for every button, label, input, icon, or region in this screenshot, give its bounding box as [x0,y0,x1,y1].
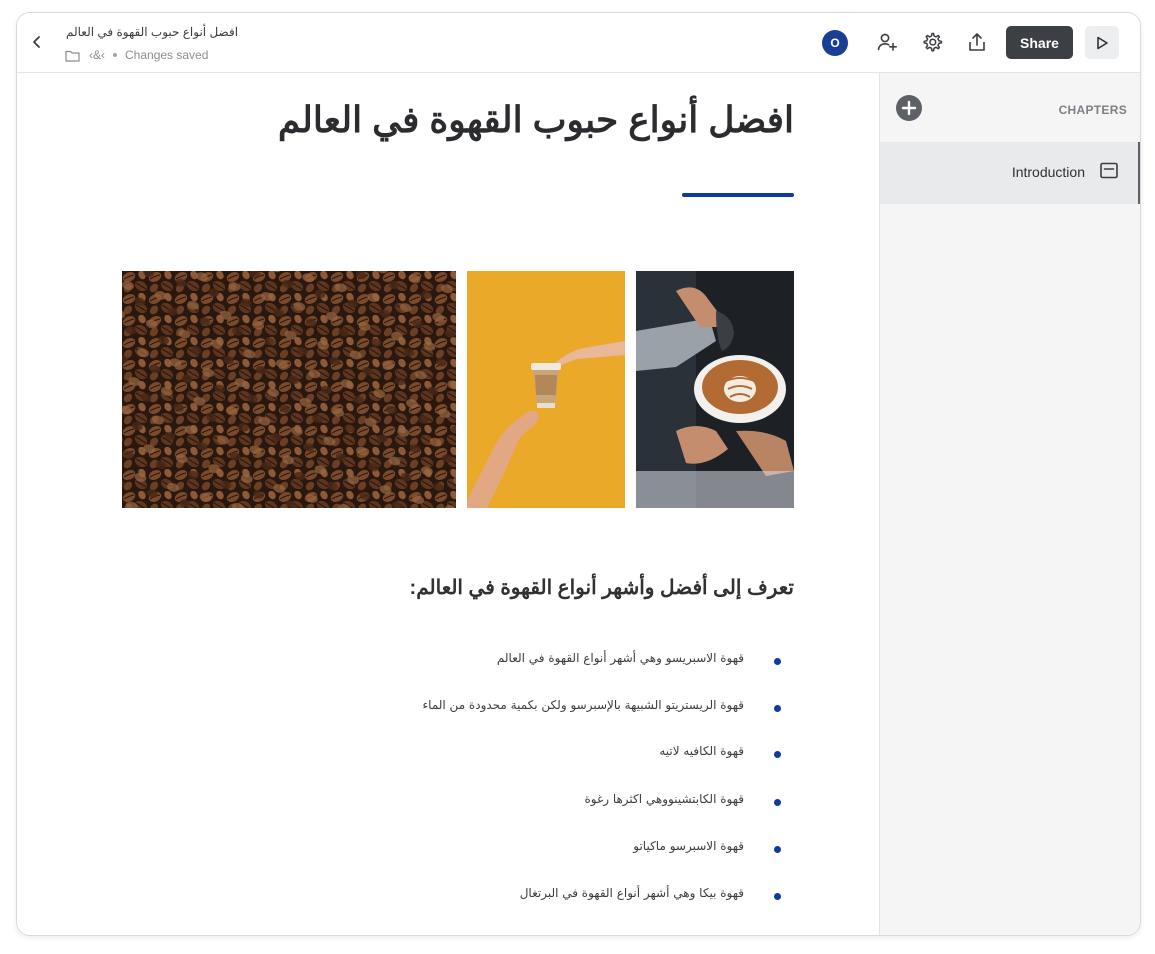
title-underline [682,193,794,197]
play-icon [1097,36,1108,49]
gear-icon[interactable] [921,31,943,53]
add-person-icon[interactable] [876,31,898,53]
share-button[interactable]: Share [1006,26,1073,59]
chapters-heading: CHAPTERS [1058,103,1127,117]
latte-art-image[interactable] [636,271,794,508]
list-item-text: قهوة بيكا وهي أشهر أنواع القهوة في البرت… [519,886,744,900]
bullet-icon [774,705,781,712]
chapter-layout-icon [1100,162,1118,179]
chapter-item-introduction[interactable]: Introduction [880,142,1140,204]
chapters-sidebar: CHAPTERS Introduction [879,73,1140,935]
coffee-cup-handoff-image[interactable] [467,271,625,508]
save-status: Changes saved [125,48,209,62]
list-item-text: قهوة الكابتشينووهي اكثرها رغوة [584,792,744,806]
chapter-label: Introduction [1011,164,1085,180]
bullet-icon [774,658,781,665]
bullet-icon [774,799,781,806]
bullet-icon [774,846,781,853]
document-meta: ‹&‹ Changes saved [65,48,208,62]
list-item[interactable]: قهوة الاسبرسو ماكياتو [281,839,781,859]
document-canvas[interactable]: افضل أنواع حبوب القهوة في العالم تعرف إل… [17,73,879,935]
add-chapter-icon[interactable] [896,95,922,121]
coffee-beans-image[interactable] [122,271,456,508]
export-icon[interactable] [966,31,988,53]
list-item[interactable]: قهوة الريستريتو الشبيهة بالإسبرسو ولكن ب… [281,698,781,718]
list-item-text: قهوة الكافيه لاتيه [659,744,744,758]
separator-dot [113,53,117,57]
avatar[interactable]: O [822,30,848,56]
list-item[interactable]: قهوة الكافيه لاتيه [281,744,781,764]
folder-icon[interactable] [65,49,80,62]
breadcrumb[interactable]: ‹&‹ [89,48,105,62]
page-title[interactable]: افضل أنواع حبوب القهوة في العالم [94,99,794,141]
editor-window: افضل أنواع حبوب القهوة في العالم ‹&‹ Cha… [16,12,1141,936]
top-bar: افضل أنواع حبوب القهوة في العالم ‹&‹ Cha… [17,13,1140,73]
bullet-icon [774,893,781,900]
list-item[interactable]: قهوة الاسبريسو وهي أشهر أنواع القهوة في … [281,651,781,671]
back-chevron-icon[interactable] [29,33,45,51]
section-heading[interactable]: تعرف إلى أفضل وأشهر أنواع القهوة في العا… [194,575,794,600]
list-item-text: قهوة الاسبرسو ماكياتو [633,839,744,853]
present-button[interactable] [1085,26,1119,59]
document-title[interactable]: افضل أنواع حبوب القهوة في العالم [66,25,238,39]
list-item[interactable]: قهوة الكابتشينووهي اكثرها رغوة [281,792,781,812]
bullet-icon [774,751,781,758]
list-item[interactable]: قهوة بيكا وهي أشهر أنواع القهوة في البرت… [281,886,781,906]
list-item-text: قهوة الريستريتو الشبيهة بالإسبرسو ولكن ب… [422,698,744,712]
list-item-text: قهوة الاسبريسو وهي أشهر أنواع القهوة في … [496,651,744,665]
